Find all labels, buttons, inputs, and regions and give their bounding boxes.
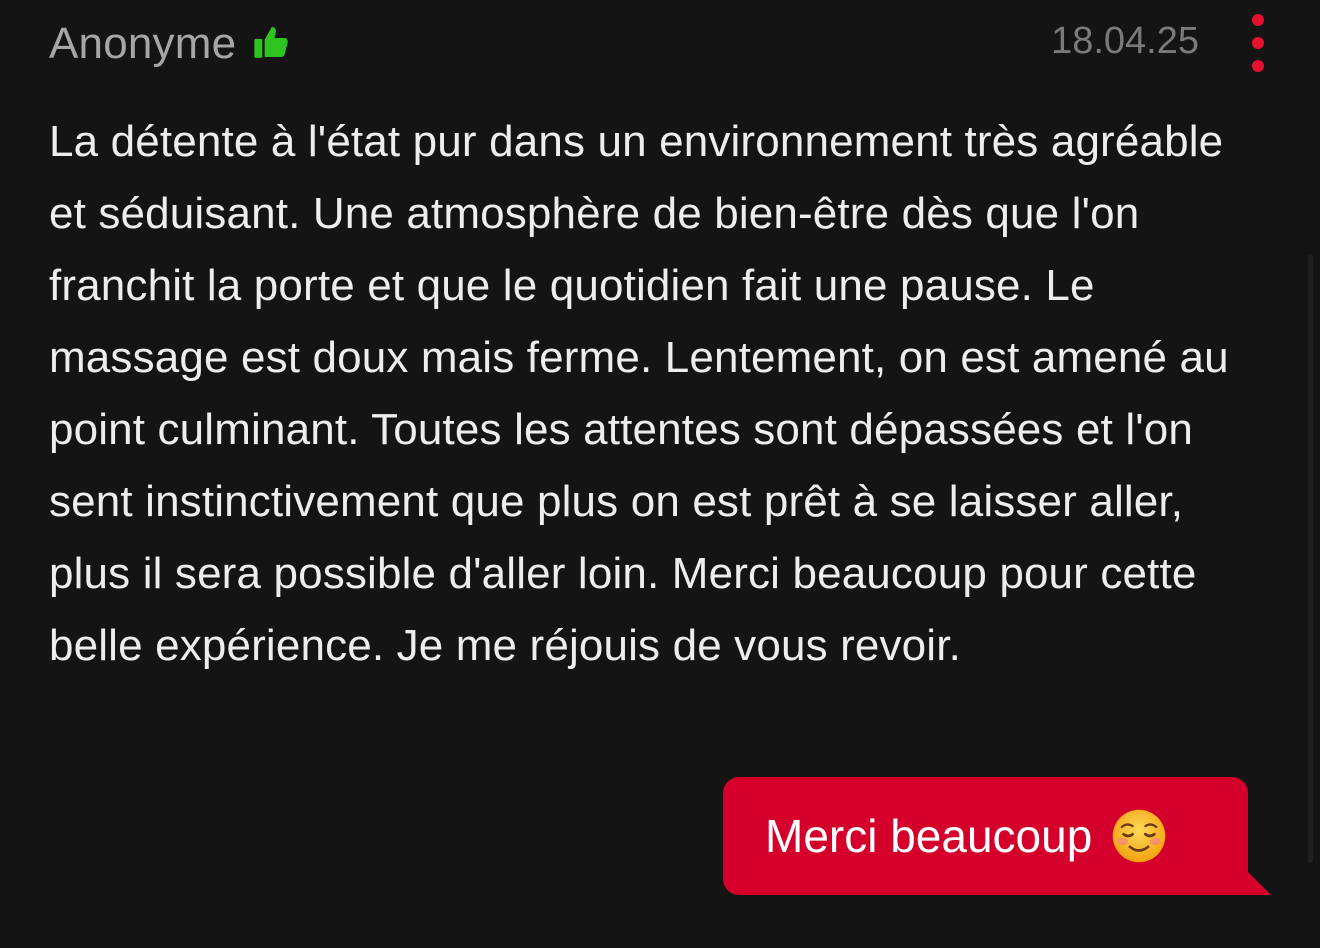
- reply-text: Merci beaucoup: [765, 810, 1093, 862]
- review-header: Anonyme: [49, 14, 290, 74]
- owner-reply-bubble: Merci beaucoup: [723, 777, 1271, 895]
- more-vertical-icon: [1252, 14, 1264, 26]
- reply-message: Merci beaucoup: [723, 777, 1248, 895]
- more-vertical-icon-dot: [1252, 37, 1264, 49]
- scrollbar[interactable]: [1308, 255, 1313, 863]
- smiling-face-emoji-icon: [1113, 809, 1166, 863]
- thumbs-up-icon: [254, 26, 289, 58]
- author-name: Anonyme: [49, 19, 237, 68]
- review-date: 18.04.25: [1051, 20, 1199, 62]
- more-options-button[interactable]: [1247, 14, 1269, 72]
- review-card: Anonyme 18.04.25 La détente à l'état pur…: [0, 0, 1320, 948]
- review-text: La détente à l'état pur dans un environn…: [49, 117, 1229, 670]
- more-vertical-icon-dot: [1252, 60, 1264, 72]
